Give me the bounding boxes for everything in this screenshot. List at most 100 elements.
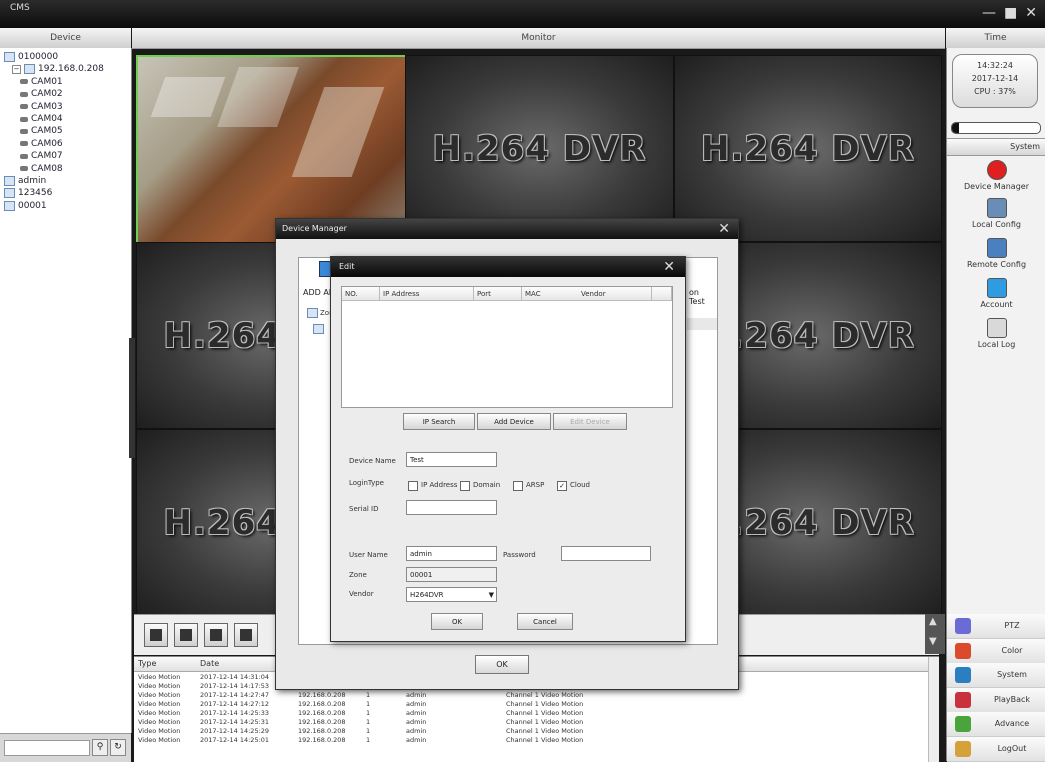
video-placeholder-text: H.264 DVR (701, 128, 915, 169)
vendor-select[interactable]: H264DVR ▼ (406, 587, 497, 602)
log-cell: Channel 1 Video Motion (506, 691, 584, 699)
log-cell: 2017-12-14 14:25:31 (200, 718, 270, 726)
chevron-down-icon: ▼ (488, 591, 494, 599)
tree-node[interactable]: CAM02 (20, 89, 63, 99)
arrow-up-icon[interactable]: ▲ (929, 616, 937, 627)
menu-item-color[interactable]: Color (947, 638, 1045, 664)
menu-item-label: Advance (994, 719, 1030, 728)
edit-device-button[interactable]: Edit Device (553, 413, 627, 430)
group-icon (4, 200, 15, 211)
system-item-device-manager[interactable]: Device Manager (947, 160, 1045, 191)
search-icon[interactable]: ⚲ (92, 739, 108, 756)
log-cell: admin (406, 709, 427, 717)
tree-node[interactable]: 123456 (4, 188, 52, 199)
login-arsp-checkbox[interactable] (513, 481, 523, 491)
tree-node[interactable]: 00001 (4, 200, 47, 211)
log-cell: 1 (366, 691, 371, 699)
device-search-list[interactable]: NO. IP Address Port MAC Vendor (341, 286, 673, 408)
menu-item-system[interactable]: System (947, 663, 1045, 688)
edit-ok-button[interactable]: OK (431, 613, 483, 630)
log-cell: 1 (366, 700, 371, 708)
device-tree: 0100000 − 192.168.0.208 CAM01 CAM02 CAM03 CAM0… (0, 48, 132, 733)
tree-node[interactable]: CAM01 (20, 77, 63, 87)
video-cell-live[interactable] (136, 55, 407, 244)
tree-node-label: CAM02 (31, 89, 63, 100)
ptz-nav-arrows[interactable]: ▲ ▼ (925, 614, 945, 654)
close-icon[interactable]: ✕ (663, 257, 675, 277)
clock-display: 14:32:24 2017-12-14 CPU : 37% (952, 54, 1038, 108)
device-manager-ok-button[interactable]: OK (475, 655, 529, 674)
connection-test-label[interactable]: on Test (689, 288, 717, 306)
tree-node[interactable]: CAM04 (20, 114, 63, 124)
log-cell: Channel 1 Video Motion (506, 700, 584, 708)
group-icon (4, 176, 15, 186)
maximize-icon[interactable]: ■ (1004, 6, 1017, 20)
log-cell: 2017-12-14 14:27:47 (200, 691, 270, 699)
system-item-local-log[interactable]: Local Log (947, 318, 1045, 349)
log-col-type: Type (138, 659, 157, 668)
log-cell: admin (406, 691, 427, 699)
panel-collapse-handle[interactable] (129, 338, 135, 458)
layout-1-button[interactable] (144, 623, 168, 647)
layout-6-button[interactable] (204, 623, 228, 647)
tree-search-input[interactable] (4, 740, 90, 756)
system-item-remote-config[interactable]: Remote Config (947, 238, 1045, 269)
menu-item-ptz[interactable]: PTZ (947, 614, 1045, 639)
arrow-down-icon[interactable]: ▼ (929, 636, 937, 647)
login-ip-checkbox[interactable] (408, 481, 418, 491)
log-row[interactable]: Video Motion 2017-12-14 14:25:01 192.168.0… (134, 736, 927, 744)
system-item-account[interactable]: Account (947, 278, 1045, 309)
camera-icon (20, 104, 28, 110)
tree-node-icon[interactable] (313, 324, 324, 334)
menu-item-label: LogOut (997, 743, 1027, 753)
login-cloud-checkbox[interactable]: ✓ (557, 481, 567, 491)
tree-node[interactable]: CAM07 (20, 151, 63, 161)
user-name-input[interactable]: admin (406, 546, 497, 561)
tree-node[interactable]: admin (4, 176, 46, 186)
minimize-icon[interactable]: — (982, 6, 996, 20)
serial-id-input[interactable] (406, 500, 497, 515)
layout-9-button[interactable] (234, 623, 258, 647)
camera-icon (20, 153, 28, 159)
close-icon[interactable]: ✕ (1025, 6, 1037, 20)
menu-item-logout[interactable]: LogOut (947, 736, 1045, 762)
ip-search-button[interactable]: IP Search (403, 413, 475, 430)
tree-node[interactable]: CAM05 (20, 126, 63, 136)
edit-cancel-button[interactable]: Cancel (517, 613, 573, 630)
log-row[interactable]: Video Motion 2017-12-14 14:25:31 192.168.0… (134, 718, 927, 726)
add-area-label[interactable]: ADD AF (303, 288, 333, 297)
layout-4-button[interactable] (174, 623, 198, 647)
local-config-icon (986, 198, 1007, 218)
system-item-local-config[interactable]: Local Config (947, 198, 1045, 229)
close-icon[interactable]: ✕ (718, 219, 730, 239)
log-row[interactable]: Video Motion 2017-12-14 14:27:47 192.168.0… (134, 691, 927, 699)
remote-config-icon (986, 238, 1007, 258)
zone-input[interactable]: 00001 (406, 567, 497, 582)
login-domain-label: Domain (473, 481, 501, 489)
log-col-date: Date (200, 659, 220, 668)
refresh-icon[interactable]: ↻ (110, 739, 126, 756)
log-row[interactable]: Video Motion 2017-12-14 14:27:12 192.168.0… (134, 700, 927, 708)
add-device-button[interactable]: Add Device (477, 413, 551, 430)
log-row[interactable]: Video Motion 2017-12-14 14:25:33 192.168.0… (134, 709, 927, 717)
log-row[interactable]: Video Motion 2017-12-14 14:25:29 192.168.0… (134, 727, 927, 735)
video-cell[interactable]: H.264 DVR (674, 55, 942, 242)
menu-item-playback[interactable]: PlayBack (947, 687, 1045, 713)
expand-icon[interactable]: − (12, 64, 21, 74)
log-scrollbar[interactable] (928, 657, 939, 762)
login-ip-label: IP Address (421, 481, 458, 489)
log-cell: 2017-12-14 14:17:53 (200, 682, 270, 690)
device-name-input[interactable]: Test (406, 452, 497, 467)
tree-node[interactable]: CAM03 (20, 102, 63, 112)
login-cloud-label: Cloud (570, 481, 590, 489)
tree-node[interactable]: CAM06 (20, 139, 63, 149)
log-cell: 1 (366, 736, 371, 744)
group-icon (4, 52, 15, 62)
password-input[interactable] (561, 546, 651, 561)
tree-node[interactable]: − 192.168.0.208 (12, 64, 104, 75)
menu-item-advance[interactable]: Advance (947, 712, 1045, 737)
tree-node[interactable]: 0100000 (4, 52, 58, 62)
login-domain-checkbox[interactable] (460, 481, 470, 491)
video-cell[interactable]: H.264 DVR (405, 55, 674, 242)
tree-node[interactable]: CAM08 (20, 164, 63, 174)
